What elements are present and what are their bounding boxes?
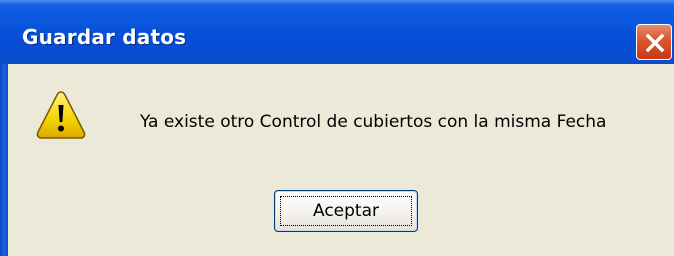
- close-icon: [645, 33, 665, 53]
- dialog-window: Guardar datos Ya existe otro Control de …: [0, 0, 674, 256]
- dialog-message: Ya existe otro Control de cubiertos con …: [140, 112, 607, 132]
- title-bar-shine: [0, 0, 674, 6]
- window-left-border: [0, 64, 8, 256]
- dialog-title: Guardar datos: [22, 25, 187, 49]
- ok-button-label: Aceptar: [313, 201, 379, 221]
- ok-button[interactable]: Aceptar: [274, 190, 418, 232]
- close-button[interactable]: [636, 24, 672, 60]
- warning-icon: [36, 91, 86, 139]
- title-bar[interactable]: Guardar datos: [0, 0, 674, 64]
